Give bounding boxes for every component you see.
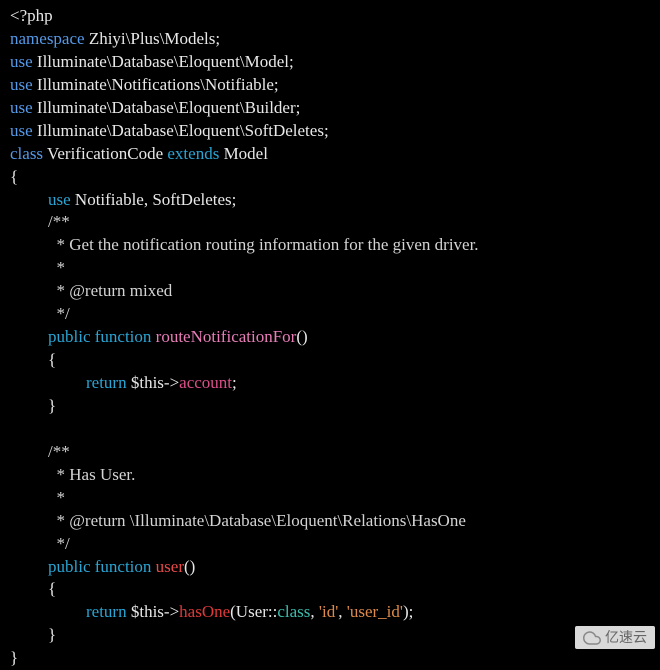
- docblock: /**: [48, 442, 70, 461]
- use-txt: Illuminate\Notifications\Notifiable;: [33, 75, 279, 94]
- brace-open: {: [48, 350, 56, 369]
- use-kw: use: [10, 75, 33, 94]
- watermark-text: 亿速云: [605, 628, 647, 647]
- return-kw: return: [86, 373, 127, 392]
- method-name: user: [151, 557, 184, 576]
- brace-open: {: [10, 167, 18, 186]
- property: account: [179, 373, 232, 392]
- class-name: VerificationCode: [43, 144, 167, 163]
- use-kw: use: [10, 98, 33, 117]
- this-arrow: $this->: [127, 602, 180, 621]
- string-literal: 'id': [319, 602, 338, 621]
- this-arrow: $this->: [127, 373, 180, 392]
- comma: ,: [338, 602, 347, 621]
- extends-kw: extends: [167, 144, 219, 163]
- watermark: 亿速云: [575, 626, 655, 649]
- docblock: * @return mixed: [48, 281, 172, 300]
- function-kw: function: [91, 327, 152, 346]
- docblock: * Get the notification routing informati…: [48, 235, 479, 254]
- namespace-txt: Zhiyi\Plus\Models;: [85, 29, 221, 48]
- class-constant: class: [277, 602, 310, 621]
- docblock: */: [48, 304, 70, 323]
- blank-line: [48, 419, 52, 438]
- docblock: /**: [48, 212, 70, 231]
- parens: (): [184, 557, 195, 576]
- docblock: */: [48, 534, 70, 553]
- docblock: *: [48, 488, 65, 507]
- cloud-icon: [583, 629, 601, 647]
- docblock: *: [48, 258, 65, 277]
- paren-open: (User::: [230, 602, 277, 621]
- paren-close: );: [403, 602, 413, 621]
- use-trait-kw: use: [48, 190, 71, 209]
- docblock: * Has User.: [48, 465, 135, 484]
- namespace-kw: namespace: [10, 29, 85, 48]
- parent-class: Model: [219, 144, 268, 163]
- method-name: routeNotificationFor: [151, 327, 296, 346]
- brace-close: }: [48, 625, 56, 644]
- traits: Notifiable, SoftDeletes;: [71, 190, 237, 209]
- return-kw: return: [86, 602, 127, 621]
- brace-open: {: [48, 579, 56, 598]
- php-open-tag: <?php: [10, 6, 53, 25]
- visibility-kw: public: [48, 557, 91, 576]
- visibility-kw: public: [48, 327, 91, 346]
- parens: (): [296, 327, 307, 346]
- use-txt: Illuminate\Database\Eloquent\Builder;: [33, 98, 301, 117]
- string-literal: 'user_id': [347, 602, 403, 621]
- use-txt: Illuminate\Database\Eloquent\Model;: [33, 52, 294, 71]
- brace-close: }: [10, 648, 18, 667]
- docblock: * @return \Illuminate\Database\Eloquent\…: [48, 511, 466, 530]
- use-txt: Illuminate\Database\Eloquent\SoftDeletes…: [33, 121, 329, 140]
- use-kw: use: [10, 52, 33, 71]
- brace-close: }: [48, 396, 56, 415]
- method-call: hasOne: [179, 602, 230, 621]
- semicolon: ;: [232, 373, 237, 392]
- use-kw: use: [10, 121, 33, 140]
- comma: ,: [310, 602, 319, 621]
- function-kw: function: [91, 557, 152, 576]
- code-block: <?php namespace Zhiyi\Plus\Models; use I…: [10, 5, 650, 670]
- class-kw: class: [10, 144, 43, 163]
